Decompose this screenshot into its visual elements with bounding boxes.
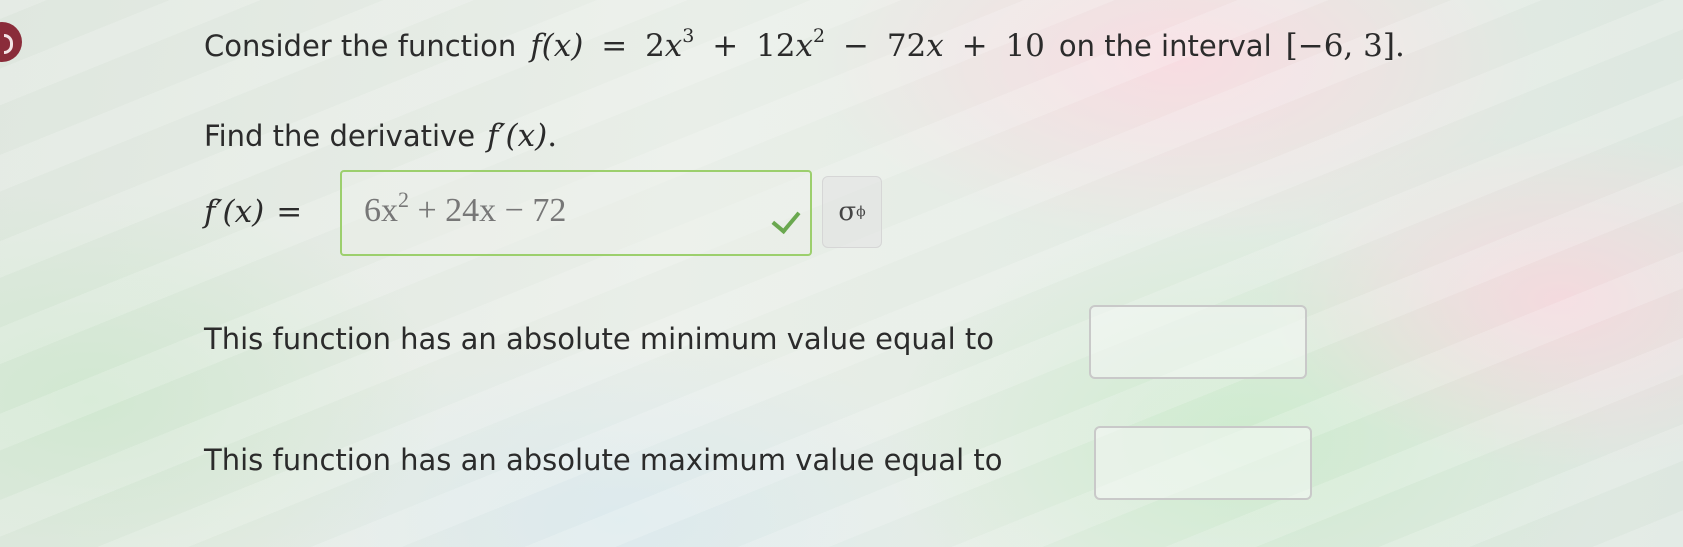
interval-value: [−6, 3]	[1285, 28, 1395, 64]
derivative-prompt-symbol: f′(x)	[487, 118, 548, 154]
checkmark-icon	[771, 203, 801, 235]
term-2-var: x	[795, 28, 814, 64]
derivative-label: f′(x)	[204, 194, 265, 230]
derivative-prompt-text: Find the derivative	[204, 119, 476, 153]
question-period: .	[1394, 28, 1405, 64]
maximum-line: This function has an absolute maximum va…	[204, 443, 1002, 477]
derivative-answer-value: 6x2 + 24x − 72	[364, 189, 567, 230]
progress-dot-icon[interactable]	[0, 22, 22, 62]
term-2-exp: 2	[813, 25, 826, 47]
derivative-prompt: Find the derivative f′(x) .	[204, 118, 557, 154]
function-expression: f(x) = 2x3 + 12x2 − 72x + 10	[530, 25, 1045, 65]
plus-sign-2: +	[961, 28, 988, 64]
question-line: Consider the function f(x) = 2x3 + 12x2 …	[204, 25, 1405, 65]
function-lhs: f(x)	[530, 28, 584, 64]
term-1-coef: 2	[645, 28, 665, 64]
answer-part-1: 6x	[364, 192, 398, 229]
term-3-var: x	[926, 28, 944, 64]
derivative-answer-label: f′(x) =	[204, 194, 302, 230]
maximum-input[interactable]	[1094, 426, 1312, 500]
term-4: 10	[1005, 28, 1045, 64]
interval-text: on the interval	[1058, 29, 1272, 63]
maximum-label: This function has an absolute maximum va…	[204, 443, 1003, 477]
derivative-answer-input[interactable]: 6x2 + 24x − 72	[340, 170, 812, 256]
minimum-label: This function has an absolute minimum va…	[204, 322, 994, 356]
minimum-line: This function has an absolute minimum va…	[204, 322, 994, 356]
answer-exponent: 2	[398, 187, 409, 212]
derivative-prompt-period: .	[547, 118, 558, 154]
term-1-exp: 3	[682, 25, 695, 47]
symbol-palette-button[interactable]: σϕ	[822, 176, 882, 248]
sigma-icon: σ	[838, 197, 857, 227]
answer-part-2: + 24x − 72	[409, 192, 567, 229]
term-2-coef: 12	[756, 28, 796, 64]
term-1-var: x	[664, 28, 683, 64]
equals-sign: =	[601, 28, 628, 64]
derivative-equals: =	[276, 194, 303, 230]
minus-sign: −	[842, 28, 869, 64]
plus-sign: +	[712, 28, 739, 64]
term-3-coef: 72	[886, 28, 927, 64]
minimum-input[interactable]	[1089, 305, 1307, 379]
intro-text: Consider the function	[204, 29, 517, 63]
